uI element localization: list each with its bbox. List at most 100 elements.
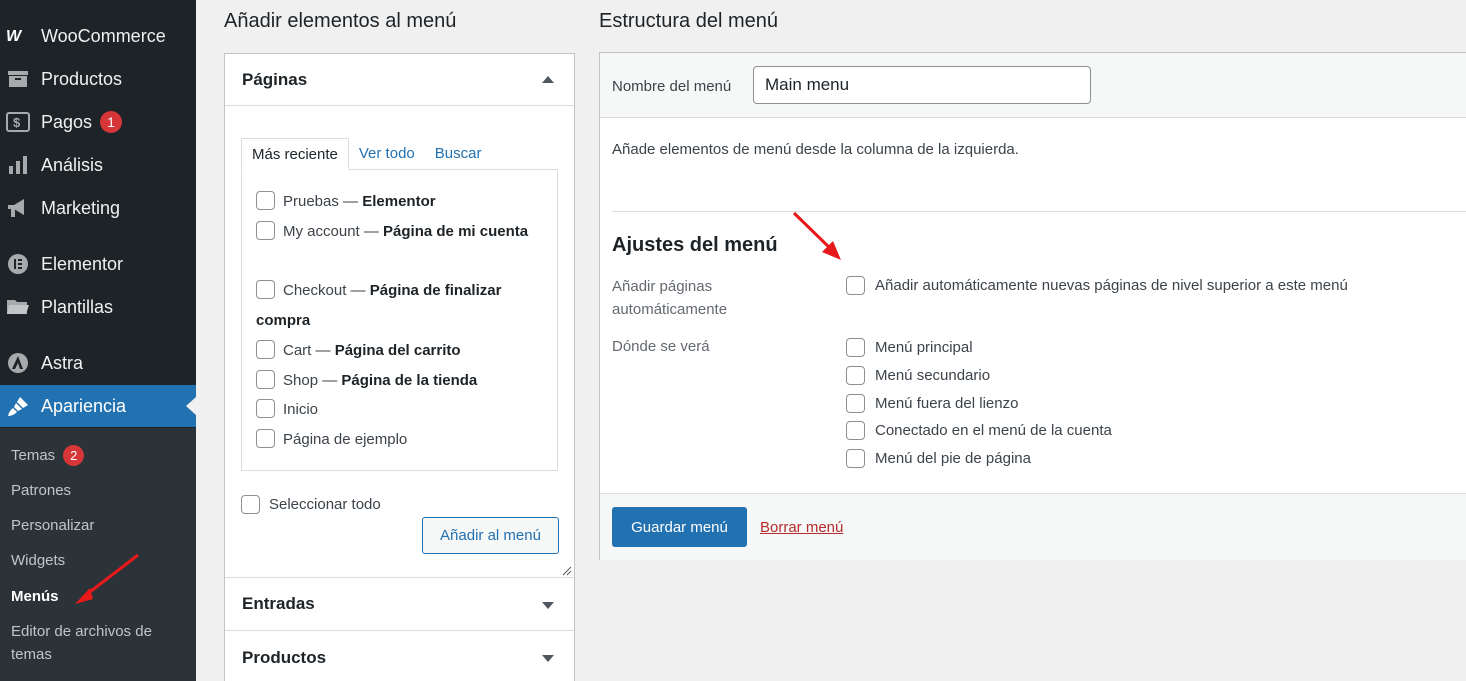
page-separator: —: [346, 282, 370, 299]
select-all-checkbox[interactable]: [241, 495, 260, 514]
sidebar-item-plantillas[interactable]: Plantillas: [0, 286, 196, 328]
notification-badge: 1: [100, 111, 123, 133]
pages-tabs: Más reciente Ver todo Buscar: [241, 138, 491, 170]
bar-chart-icon: [6, 153, 30, 177]
sidebar-item-analisis[interactable]: Análisis: [0, 144, 196, 186]
page-tag: Página de la tienda: [341, 372, 478, 389]
expand-arrow-icon[interactable]: [542, 602, 554, 609]
menu-name-bar: Nombre del menú Main menu: [600, 53, 1466, 118]
location-label: Menú del pie de página: [875, 450, 1031, 467]
folder-icon: [6, 295, 30, 319]
archive-icon: [6, 67, 30, 91]
page-item[interactable]: Shop — Página de la tienda: [256, 366, 546, 396]
page-name: Página de ejemplo: [283, 431, 408, 448]
page-item[interactable]: My account — Página de mi cuenta: [256, 217, 546, 247]
sidebar-item-pagos[interactable]: $ Pagos 1: [0, 101, 196, 143]
add-items-heading: Añadir elementos al menú: [224, 10, 457, 32]
page-checkbox[interactable]: [256, 369, 275, 389]
submenu-item-patrones[interactable]: Patrones: [11, 479, 71, 502]
page-separator: —: [359, 223, 384, 240]
annotation-arrow-icon: [75, 553, 139, 604]
resize-handle-icon[interactable]: [562, 566, 572, 576]
astra-icon: [6, 351, 30, 375]
location-option[interactable]: Menú secundario: [846, 366, 990, 385]
page-item[interactable]: Pruebas — Elementor: [256, 187, 546, 217]
expand-arrow-icon[interactable]: [542, 655, 554, 662]
submenu-item-menus[interactable]: Menús: [11, 585, 59, 608]
page-checkbox[interactable]: [256, 428, 275, 448]
productos-section-title: Productos: [242, 648, 327, 667]
page-name: Checkout: [283, 282, 347, 299]
locations-label: Dónde se verá: [612, 338, 710, 355]
pages-accordion-header[interactable]: Páginas: [225, 54, 574, 106]
sidebar-item-label: Pagos: [41, 111, 93, 132]
submenu-item-widgets[interactable]: Widgets: [11, 549, 65, 572]
submenu-label: Temas: [11, 447, 56, 464]
location-checkbox[interactable]: [846, 366, 865, 385]
location-option[interactable]: Menú fuera del lienzo: [846, 394, 1018, 413]
save-menu-button[interactable]: Guardar menú: [612, 507, 747, 547]
paintbrush-icon: [6, 394, 30, 418]
entradas-accordion-header[interactable]: Entradas: [225, 577, 574, 631]
page-separator: —: [338, 193, 363, 210]
location-option[interactable]: Menú principal: [846, 338, 973, 357]
menu-structure-panel: Nombre del menú Main menu Añade elemento…: [599, 52, 1466, 560]
sidebar-item-label: WooCommerce: [41, 25, 166, 46]
page-item[interactable]: Cart — Página del carrito: [256, 336, 546, 366]
auto-add-checkbox[interactable]: [846, 276, 865, 295]
page-item[interactable]: Inicio: [256, 395, 546, 425]
auto-add-label: Añadir páginas automáticamente: [612, 278, 728, 318]
delete-menu-link[interactable]: Borrar menú: [760, 519, 843, 536]
svg-text:W: W: [6, 28, 23, 44]
instructions-text: Añade elementos de menú desde la columna…: [612, 141, 1019, 158]
page-checkbox[interactable]: [256, 190, 275, 210]
page-name: Shop: [283, 372, 319, 389]
page-checkbox[interactable]: [256, 279, 275, 299]
tab-most-recent[interactable]: Más reciente: [241, 138, 349, 170]
location-label: Menú secundario: [875, 367, 991, 384]
page-item[interactable]: Checkout — Página de finalizar compra: [256, 276, 546, 336]
submenu-item-temas[interactable]: Temas 2: [11, 444, 85, 467]
sidebar-item-label: Apariencia: [41, 395, 127, 416]
collapse-arrow-icon[interactable]: [542, 76, 554, 83]
page-checkbox[interactable]: [256, 220, 275, 240]
location-checkbox[interactable]: [846, 449, 865, 468]
sidebar-item-astra[interactable]: Astra: [0, 342, 196, 384]
page-tag: Página de mi cuenta: [383, 223, 529, 240]
tab-view-all[interactable]: Ver todo: [349, 138, 425, 170]
location-checkbox[interactable]: [846, 394, 865, 413]
submenu-item-editor-archivos[interactable]: Editor de archivos de temas: [11, 620, 176, 666]
sidebar-item-elementor[interactable]: Elementor: [0, 243, 196, 285]
location-checkbox[interactable]: [846, 338, 865, 357]
page-name: Inicio: [283, 401, 319, 418]
sidebar-item-woocommerce[interactable]: W WooCommerce: [0, 15, 196, 57]
sidebar-item-label: Astra: [41, 352, 84, 373]
menu-name-input[interactable]: Main menu: [753, 66, 1091, 104]
location-checkbox[interactable]: [846, 421, 865, 440]
page-name: Cart: [283, 342, 312, 359]
auto-add-option-label: Añadir automáticamente nuevas páginas de…: [875, 277, 1348, 294]
page-name: Pruebas: [283, 193, 339, 210]
productos-accordion-header[interactable]: Productos: [225, 631, 574, 681]
select-all-row[interactable]: Seleccionar todo: [241, 495, 381, 514]
location-option[interactable]: Menú del pie de página: [846, 449, 1031, 468]
money-icon: $: [6, 110, 30, 134]
page-checkbox[interactable]: [256, 398, 275, 418]
pages-list-box: Pruebas — Elementor My account — Página …: [241, 169, 558, 471]
sidebar-item-label: Plantillas: [41, 296, 114, 317]
sidebar-item-marketing[interactable]: Marketing: [0, 187, 196, 229]
menu-structure-heading: Estructura del menú: [599, 10, 778, 32]
auto-add-option[interactable]: Añadir automáticamente nuevas páginas de…: [846, 276, 1348, 295]
sidebar-item-productos[interactable]: Productos: [0, 58, 196, 100]
sidebar-item-apariencia[interactable]: Apariencia: [0, 385, 196, 427]
entradas-section-title: Entradas: [242, 594, 315, 613]
page-name: My account: [283, 223, 360, 240]
page-checkbox[interactable]: [256, 339, 275, 359]
submenu-item-personalizar[interactable]: Personalizar: [11, 514, 94, 537]
location-option[interactable]: Conectado en el menú de la cuenta: [846, 421, 1112, 440]
page-item[interactable]: Página de ejemplo: [256, 425, 546, 455]
menu-actions-bar: Guardar menú Borrar menú: [600, 493, 1466, 560]
tab-search[interactable]: Buscar: [425, 138, 492, 170]
add-to-menu-button[interactable]: Añadir al menú: [422, 517, 559, 554]
location-label: Menú fuera del lienzo: [875, 395, 1019, 412]
